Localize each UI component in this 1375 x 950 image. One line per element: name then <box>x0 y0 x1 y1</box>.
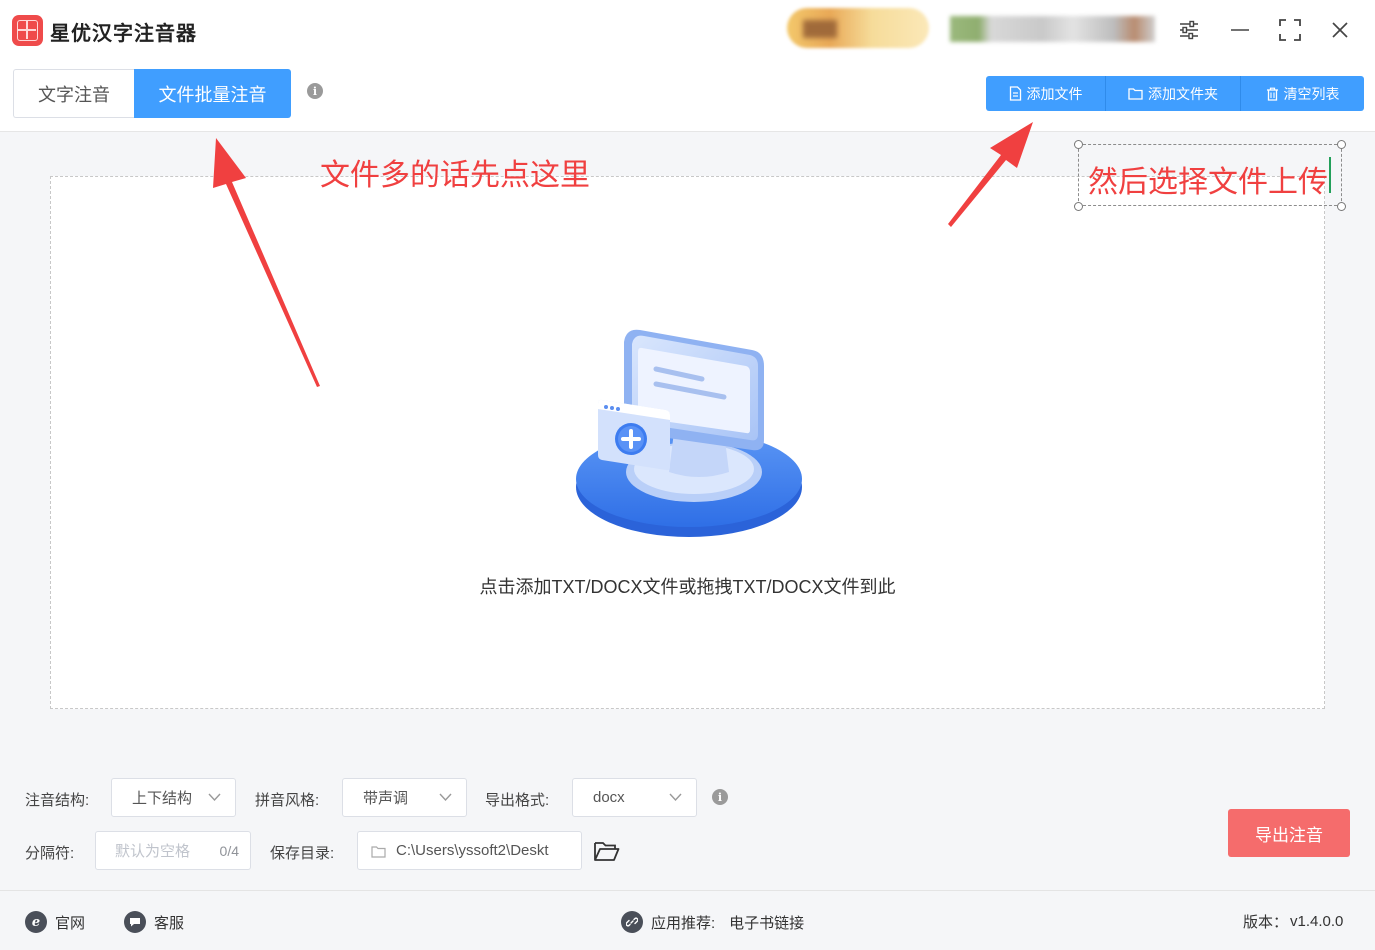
annotation-note-upload: 然后选择文件上传 <box>1088 166 1328 199</box>
chevron-down-icon <box>208 793 221 802</box>
save-dir-label: 保存目录: <box>270 845 335 862</box>
version-label: 版本： <box>1243 914 1289 931</box>
add-file-illustration-icon <box>576 329 802 537</box>
website-label: 官网 <box>55 914 86 932</box>
save-dir-value: C:\Users\yssoft2\Deskt <box>396 842 549 859</box>
structure-value: 上下结构 <box>132 790 193 807</box>
export-format-value: docx <box>593 789 625 806</box>
chevron-down-icon <box>669 793 682 802</box>
app-title: 星优汉字注音器 <box>50 23 197 45</box>
version-number: v1.4.0.0 <box>1290 913 1344 930</box>
version-info: 版本： v1.4.0.0 <box>1243 911 1343 932</box>
annotation-note-batch: 文件多的话先点这里 <box>320 159 590 192</box>
separator-label: 分隔符: <box>25 845 75 862</box>
close-icon[interactable] <box>1325 15 1355 45</box>
file-icon <box>1009 86 1021 101</box>
text-caret <box>1329 157 1331 193</box>
footer: e 官网 客服 应用推荐: 电子书链接 版本： v1.4.0.0 <box>0 890 1375 950</box>
ebook-link[interactable]: 电子书链接 <box>729 912 804 933</box>
tab-text-annotation[interactable]: 文字注音 <box>13 69 134 118</box>
folder-icon <box>1128 88 1143 100</box>
resize-handle[interactable] <box>1074 140 1083 149</box>
app-recommend: 应用推荐: 电子书链接 <box>621 911 804 933</box>
resize-handle[interactable] <box>1337 202 1346 211</box>
file-toolbar: 添加文件 添加文件夹 清空列表 <box>986 76 1364 111</box>
user-avatar-blurred[interactable] <box>787 8 929 48</box>
ie-icon: e <box>25 911 47 933</box>
dropzone-hint: 点击添加TXT/DOCX文件或拖拽TXT/DOCX文件到此 <box>479 577 896 597</box>
clear-list-button[interactable]: 清空列表 <box>1241 76 1364 111</box>
pinyin-style-label: 拼音风格: <box>255 792 320 809</box>
app-logo-icon <box>12 15 43 46</box>
resize-handle[interactable] <box>1337 140 1346 149</box>
add-file-button[interactable]: 添加文件 <box>986 76 1106 111</box>
trash-icon <box>1266 87 1278 101</box>
add-folder-label: 添加文件夹 <box>1148 85 1218 102</box>
structure-select[interactable]: 上下结构 <box>111 778 236 817</box>
fullscreen-icon[interactable] <box>1275 15 1305 45</box>
info-icon[interactable]: i <box>307 83 323 99</box>
separator-count: 0/4 <box>219 842 239 859</box>
pinyin-style-select[interactable]: 带声调 <box>342 778 467 817</box>
file-dropzone[interactable]: 点击添加TXT/DOCX文件或拖拽TXT/DOCX文件到此 <box>50 176 1325 709</box>
chat-icon <box>124 911 146 933</box>
clear-list-label: 清空列表 <box>1283 85 1340 102</box>
format-info-icon[interactable]: i <box>712 789 728 805</box>
add-folder-button[interactable]: 添加文件夹 <box>1106 76 1241 111</box>
structure-label: 注音结构: <box>25 792 90 809</box>
resize-handle[interactable] <box>1074 202 1083 211</box>
user-name-blurred <box>950 16 1155 42</box>
settings-icon[interactable] <box>1174 15 1204 45</box>
chevron-down-icon <box>439 793 452 802</box>
main-area: 点击添加TXT/DOCX文件或拖拽TXT/DOCX文件到此 <box>0 131 1375 890</box>
pinyin-style-value: 带声调 <box>363 790 409 807</box>
separator-input[interactable]: 默认为空格 0/4 <box>95 831 251 870</box>
folder-open-icon[interactable] <box>593 839 620 868</box>
title-bar: 星优汉字注音器 <box>0 0 1375 60</box>
export-annotation-button[interactable]: 导出注音 <box>1228 809 1350 857</box>
customer-service-label: 客服 <box>154 914 185 932</box>
customer-service-link[interactable]: 客服 <box>124 911 184 933</box>
save-dir-input[interactable]: C:\Users\yssoft2\Deskt <box>357 831 582 870</box>
website-link[interactable]: e 官网 <box>25 911 85 933</box>
minimize-icon[interactable] <box>1225 15 1255 45</box>
recommend-label: 应用推荐: <box>651 914 716 932</box>
export-format-select[interactable]: docx <box>572 778 697 817</box>
link-icon <box>621 911 643 933</box>
export-format-label: 导出格式: <box>485 792 550 809</box>
add-file-label: 添加文件 <box>1026 85 1083 102</box>
tab-file-batch-annotation[interactable]: 文件批量注音 <box>134 69 291 118</box>
separator-placeholder: 默认为空格 <box>115 843 191 860</box>
folder-icon <box>371 846 386 858</box>
